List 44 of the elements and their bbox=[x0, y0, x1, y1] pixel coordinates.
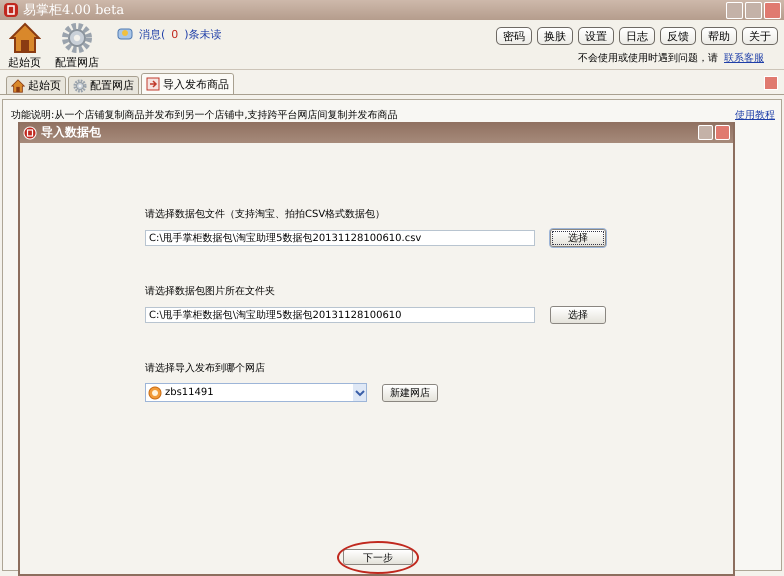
contact-link[interactable]: 联系客服 bbox=[724, 51, 764, 65]
tab[interactable]: 起始页 bbox=[6, 76, 66, 94]
tab[interactable]: 导入发布商品 bbox=[141, 73, 234, 94]
message-count-link[interactable]: 消息( 0 )条未读 bbox=[139, 26, 222, 42]
toolbar-button[interactable]: 换肤 bbox=[537, 27, 573, 45]
minimize-button[interactable] bbox=[726, 2, 743, 18]
tutorial-link[interactable]: 使用教程 bbox=[735, 108, 775, 122]
close-tab-button[interactable] bbox=[764, 76, 778, 90]
close-button[interactable] bbox=[715, 125, 730, 140]
file-path-field[interactable]: C:\甩手掌柜数据包\淘宝助理5数据包20131128100610.csv bbox=[145, 230, 535, 246]
restore-button[interactable] bbox=[745, 2, 762, 18]
tab[interactable]: 配置网店 bbox=[68, 76, 139, 94]
description-text: 功能说明:从一个店铺复制商品并发布到另一个店铺中,支持跨平台网店间复制并发布商品 bbox=[11, 108, 398, 122]
next-button[interactable]: 下一步 bbox=[343, 549, 413, 565]
app-logo-icon bbox=[23, 126, 37, 140]
app-logo-icon bbox=[3, 2, 19, 18]
new-shop-button[interactable]: 新建网店 bbox=[382, 384, 438, 402]
home-icon bbox=[8, 22, 40, 54]
window-title: 易掌柜4.00 beta bbox=[23, 2, 124, 19]
close-button[interactable] bbox=[764, 2, 781, 18]
message-icon bbox=[117, 26, 133, 42]
dialog-title: 导入数据包 bbox=[41, 124, 101, 141]
shop-dropdown[interactable]: zbs11491 bbox=[145, 383, 367, 402]
help-text: 不会使用或使用时遇到问题，请 bbox=[578, 52, 718, 65]
field-label: 请选择导入发布到哪个网店 bbox=[145, 362, 266, 375]
toolbar-button[interactable]: 反馈 bbox=[660, 27, 696, 45]
shop-icon bbox=[148, 386, 162, 400]
toolbar-button[interactable]: 设置 bbox=[578, 27, 614, 45]
minimize-button[interactable] bbox=[698, 125, 713, 140]
browse-button[interactable]: 选择 bbox=[550, 229, 606, 247]
import-icon bbox=[146, 77, 160, 91]
gear-icon bbox=[73, 78, 87, 92]
field-label: 请选择数据包文件（支持淘宝、拍拍CSV格式数据包） bbox=[145, 208, 386, 221]
chevron-down-icon bbox=[354, 388, 364, 396]
toolbar-button[interactable]: 配置网店 bbox=[53, 22, 101, 70]
browse-button[interactable]: 选择 bbox=[550, 306, 606, 324]
home-icon bbox=[11, 78, 25, 92]
toolbar-button[interactable]: 密码 bbox=[496, 27, 532, 45]
field-label: 请选择数据包图片所在文件夹 bbox=[145, 284, 276, 298]
toolbar-button[interactable]: 帮助 bbox=[701, 27, 737, 45]
toolbar-button[interactable]: 起始页 bbox=[6, 22, 43, 70]
toolbar-button[interactable]: 日志 bbox=[619, 27, 655, 45]
toolbar-button[interactable]: 关于 bbox=[742, 27, 778, 45]
file-path-field[interactable]: C:\甩手掌柜数据包\淘宝助理5数据包20131128100610 bbox=[145, 307, 535, 323]
